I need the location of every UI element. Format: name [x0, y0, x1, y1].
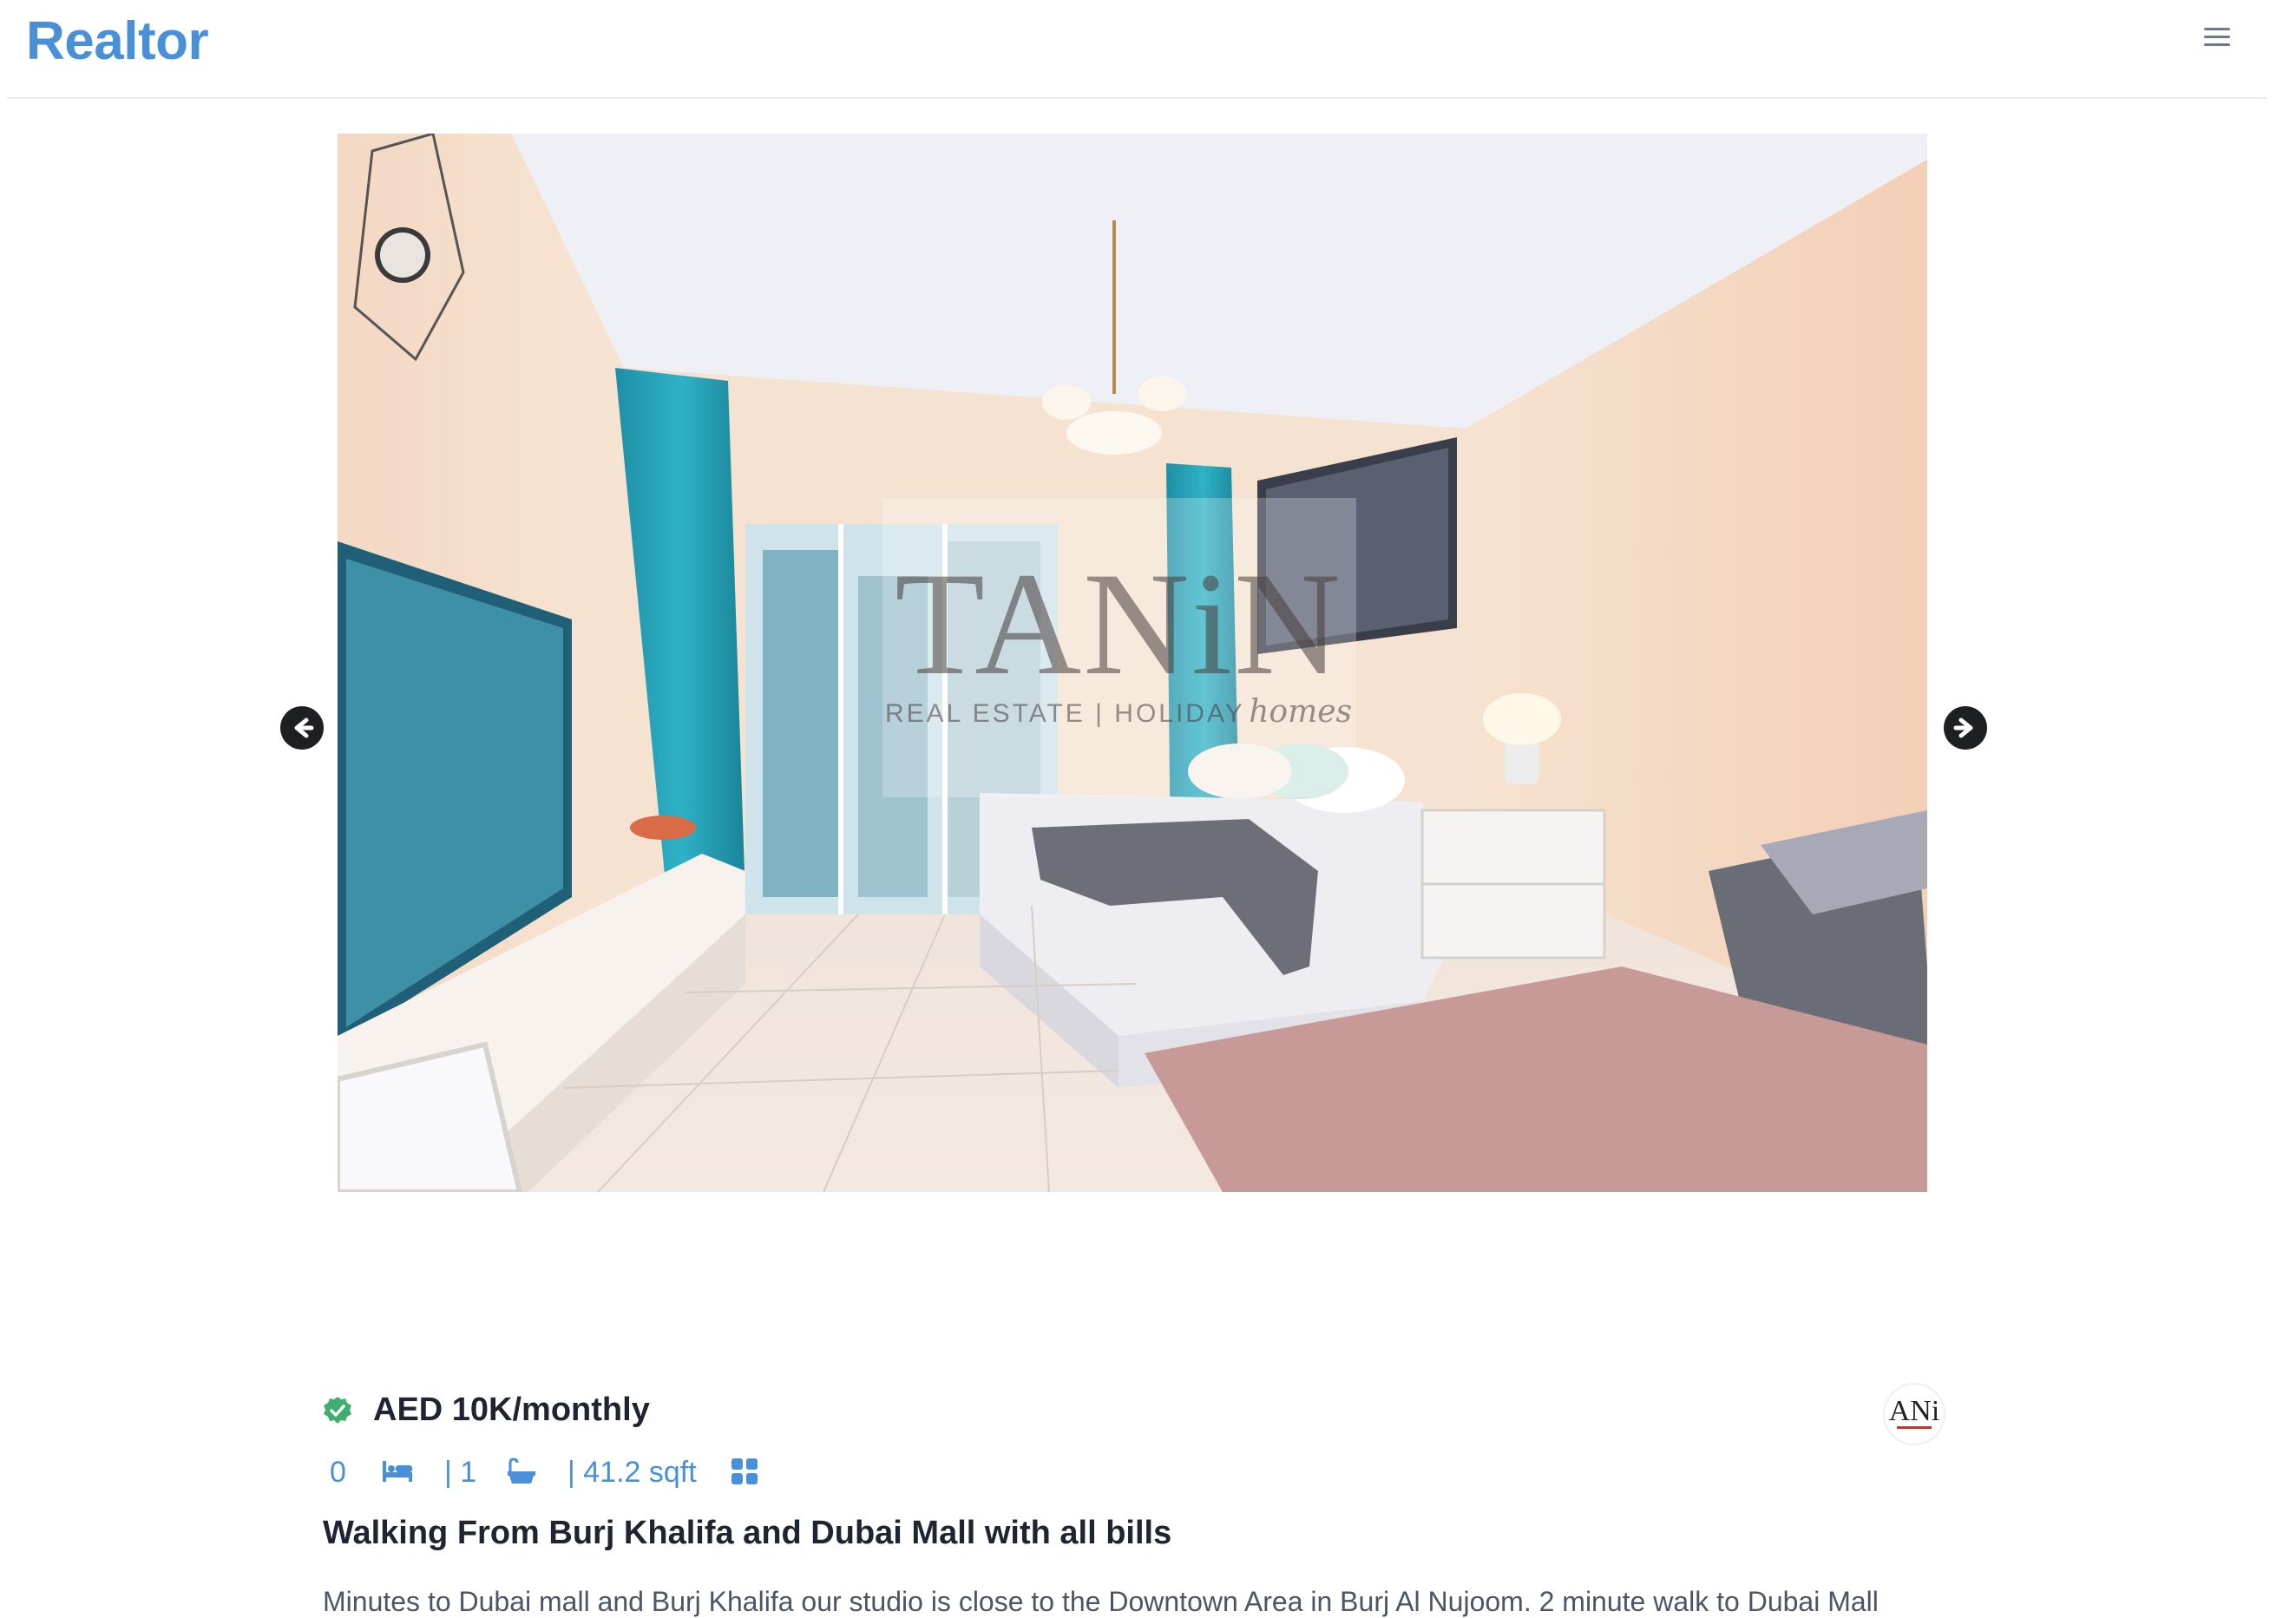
listing-title[interactable]: Walking From Burj Khalifa and Dubai Mall…	[323, 1515, 1171, 1552]
bed-icon	[382, 1458, 413, 1491]
photo-carousel: TANiN REAL ESTATE | HOLIDAY homes	[0, 130, 2296, 1206]
bathroom-count: | 1	[444, 1456, 477, 1489]
hamburger-menu-icon[interactable]	[2199, 23, 2235, 57]
watermark: TANiN REAL ESTATE | HOLIDAY homes	[884, 550, 1353, 730]
area-grid-icon	[731, 1458, 758, 1493]
watermark-tagline: REAL ESTATE | HOLIDAY	[884, 699, 1245, 728]
verified-check-icon	[323, 1396, 352, 1425]
property-photo: TANiN REAL ESTATE | HOLIDAY homes	[338, 134, 1927, 1192]
brand-logo[interactable]: Realtor	[26, 10, 209, 72]
top-navbar: Realtor	[7, 0, 2266, 99]
bedroom-count: 0	[330, 1456, 346, 1489]
agency-logo[interactable]: ANi	[1885, 1385, 1944, 1444]
listing-description: Minutes to Dubai mall and Burj Khalifa o…	[323, 1586, 1879, 1617]
listing-price: AED 10K/monthly	[373, 1392, 650, 1428]
watermark-logo: TANiN	[895, 542, 1342, 705]
area-value: | 41.2 sqft	[567, 1456, 697, 1489]
arrow-right-circle-icon[interactable]	[1944, 706, 1987, 750]
bath-icon	[507, 1458, 536, 1495]
arrow-left-circle-icon[interactable]	[280, 706, 324, 750]
watermark-script: homes	[1249, 694, 1352, 730]
agency-logo-text: ANi	[1888, 1395, 1940, 1427]
price-row: AED 10K/monthly ANi	[323, 1385, 1945, 1444]
listing-specs: 0 | 1 | 41.2 sqft	[323, 1447, 1191, 1499]
